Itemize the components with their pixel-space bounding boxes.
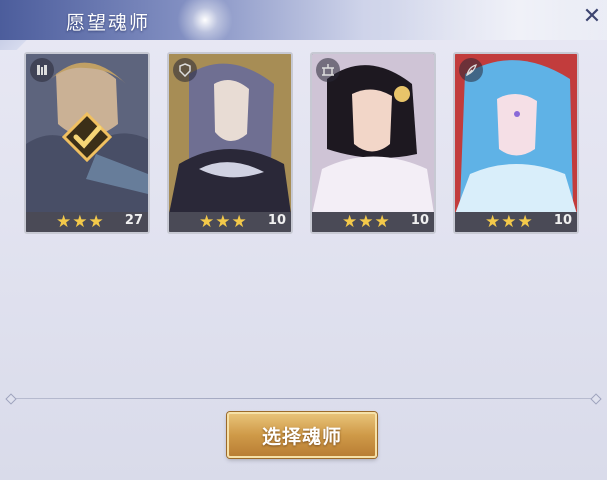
card-footer: ★★★ 10 [169,212,291,232]
soulmaster-card[interactable]: ★★★ 27 [24,52,150,234]
star-rating: ★★★ [342,212,391,232]
card-footer: ★★★ 27 [26,212,148,232]
wish-soulmaster-dialog: 愿望魂师 ✕ ★★★ 27 ★★★ 10 ★★★ 10 ★★★ 10 选择魂师 [0,0,607,480]
level-badge: 10 [553,213,572,228]
title-shine [387,0,607,40]
divider-end [5,393,17,405]
shrine-icon [316,58,340,82]
tower-icon [30,58,54,82]
star-rating: ★★★ [485,212,534,232]
select-button-label: 选择魂师 [261,425,342,448]
divider-end [590,393,602,405]
level-badge: 10 [410,213,429,228]
soulmaster-card[interactable]: ★★★ 10 [310,52,436,234]
card-footer: ★★★ 10 [312,212,434,232]
divider [5,393,602,405]
star-rating: ★★★ [56,212,105,232]
selected-check-icon [62,112,112,162]
select-soulmaster-button[interactable]: 选择魂师 [227,412,377,458]
card-footer: ★★★ 10 [455,212,577,232]
title-sparkle [175,0,235,40]
level-badge: 10 [267,213,286,228]
star-rating: ★★★ [199,212,248,232]
level-badge: 27 [124,213,143,228]
soulmaster-card[interactable]: ★★★ 10 [167,52,293,234]
shield-icon [173,58,197,82]
soulmaster-card[interactable]: ★★★ 10 [453,52,579,234]
dialog-title: 愿望魂师 [66,12,151,34]
close-icon[interactable]: ✕ [577,0,607,32]
feather-icon [459,58,483,82]
